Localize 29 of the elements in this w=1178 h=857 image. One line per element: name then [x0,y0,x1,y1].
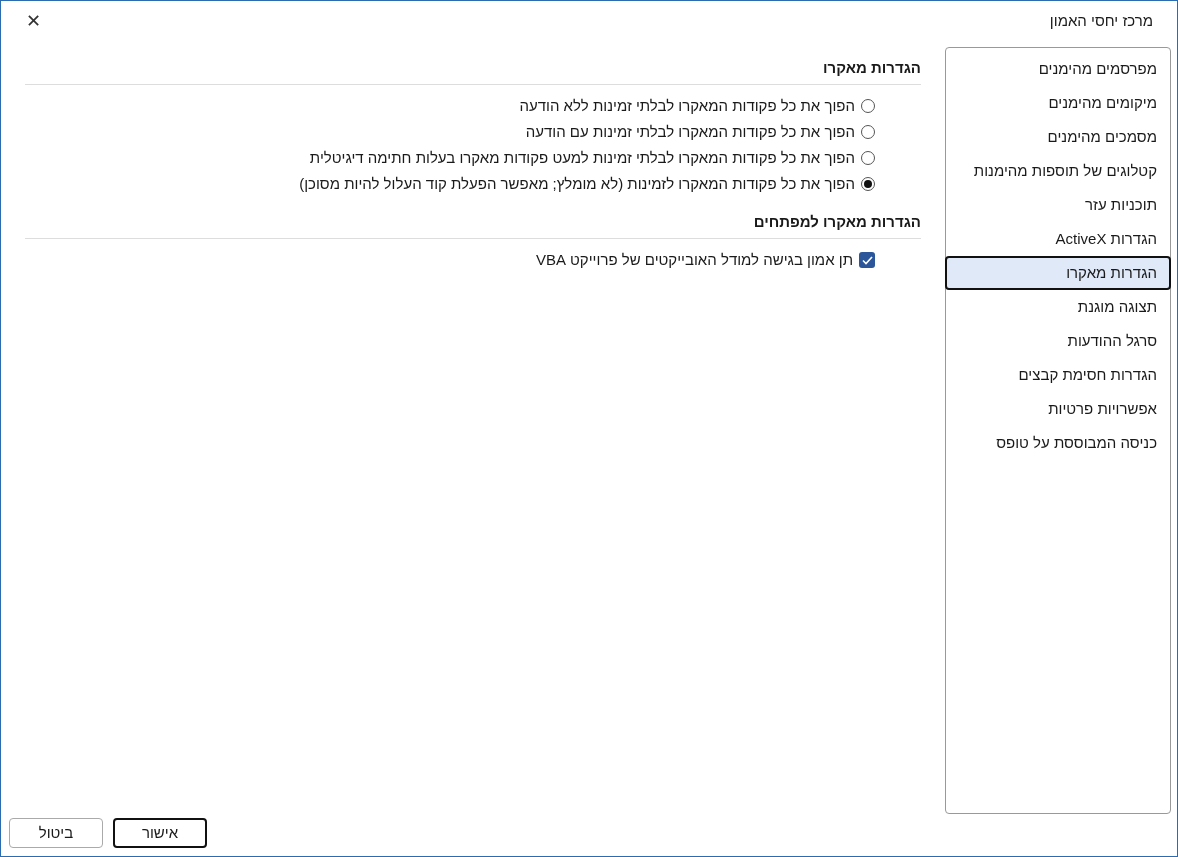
sidebar-item[interactable]: מפרסמים מהימנים [945,52,1171,86]
section-heading: הגדרות מאקרו [25,53,921,85]
section-heading: הגדרות מאקרו למפתחים [25,207,921,239]
radio-button[interactable] [861,177,875,191]
ok-button[interactable]: אישור [113,818,207,848]
sidebar-item[interactable]: הגדרות ActiveX [945,222,1171,256]
sidebar-item[interactable]: מיקומים מהימנים [945,86,1171,120]
sidebar-item[interactable]: סרגל ההודעות [945,324,1171,358]
sidebar-item[interactable]: אפשרויות פרטיות [945,392,1171,426]
cancel-button[interactable]: ביטול [9,818,103,848]
window-title: מרכז יחסי האמון [1049,10,1153,31]
sidebar-item[interactable]: קטלוגים של תוספות מהימנות [945,154,1171,188]
radio-button[interactable] [861,151,875,165]
sidebar-item[interactable]: הגדרות חסימת קבצים [945,358,1171,392]
radio-option[interactable]: הפוך את כל פקודות המאקרו לבלתי זמינות למעט פקודות מאקרו בעלות חתימה דיגיטלית [25,145,875,171]
radio-option[interactable]: הפוך את כל פקודות המאקרו לבלתי זמינות ללא הודעה [25,93,875,119]
sidebar-item[interactable]: מסמכים מהימנים [945,120,1171,154]
radio-option[interactable]: הפוך את כל פקודות המאקרו לזמינות (לא מומלץ; מאפשר הפעלת קוד העלול להיות מסוכן) [25,171,875,197]
sidebar-item[interactable]: תוכניות עזר [945,188,1171,222]
close-button[interactable]: ✕ [21,9,45,33]
radio-button[interactable] [861,99,875,113]
radio-button[interactable] [861,125,875,139]
sidebar-item[interactable]: הגדרות מאקרו [945,256,1171,290]
checkbox[interactable] [859,252,875,268]
sidebar-item[interactable]: כניסה המבוססת על טופס [945,426,1171,460]
radio-option[interactable]: הפוך את כל פקודות המאקרו לבלתי זמינות עם הודעה [25,119,875,145]
checkbox-option[interactable]: תן אמון בגישה למודל האובייקטים של פרוייקט VBA [25,247,875,273]
sidebar-item[interactable]: תצוגה מוגנת [945,290,1171,324]
checkmark-icon [861,255,873,265]
